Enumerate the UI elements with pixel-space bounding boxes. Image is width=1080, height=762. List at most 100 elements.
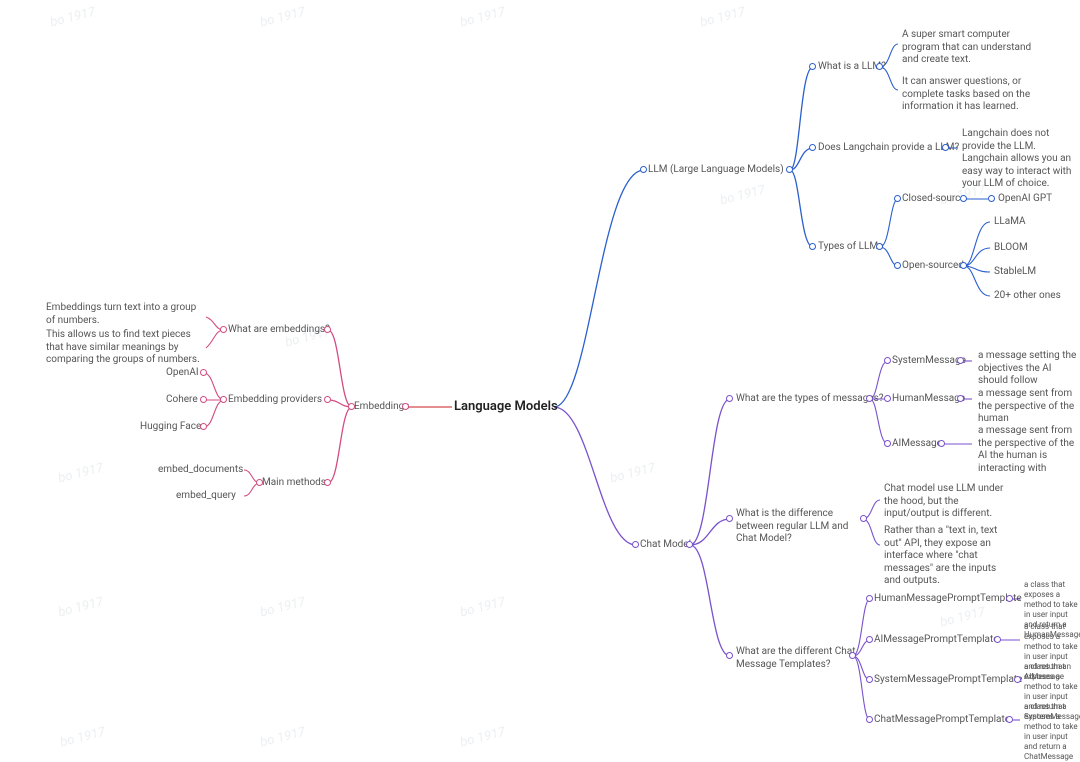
llm-what-a2: It can answer questions, or complete tas… [902, 76, 1042, 114]
chat-diff-a2: Rather than a "text in, text out" API, t… [884, 525, 1014, 588]
node-dot [884, 395, 891, 402]
watermark: bo 1917 [49, 5, 97, 32]
chat-diff-a1: Chat model use LLM under the hood, but t… [884, 483, 1014, 521]
node-dot [866, 716, 873, 723]
emb-provider: Cohere [166, 394, 198, 407]
chat-tmpl-ai[interactable]: AIMessagePromptTemplate [874, 634, 999, 647]
emb-provider: Hugging Face [140, 421, 201, 434]
watermark: bo 1917 [699, 5, 747, 32]
emb-method: embed_query [176, 490, 236, 503]
chat-tmpl-system[interactable]: SystemMessagePromptTemplate [874, 674, 1022, 687]
node-dot [686, 541, 693, 548]
chat-tmpl-chat[interactable]: ChatMessagePromptTemplate [874, 714, 1010, 727]
chat-humanmsg[interactable]: HumanMessage [892, 393, 965, 406]
chat-humanmsg-desc: a message sent from the perspective of t… [978, 388, 1078, 426]
node-dot [894, 195, 901, 202]
watermark: bo 1917 [259, 5, 307, 32]
node-dot [957, 395, 964, 402]
chat-diff-node[interactable]: What is the difference between regular L… [736, 508, 866, 546]
chat-tmpl-node[interactable]: What are the different Chat Message Temp… [736, 646, 856, 671]
watermark: bo 1917 [259, 725, 307, 752]
watermark: bo 1917 [459, 5, 507, 32]
llm-open-node[interactable]: Open-sourced [902, 260, 964, 273]
llm-what-a1: A super smart computer program that can … [902, 29, 1042, 67]
node-dot [726, 652, 733, 659]
node-dot [866, 676, 873, 683]
llm-provide-node[interactable]: Does Langchain provide a LLM? [818, 142, 959, 155]
node-dot [988, 195, 995, 202]
node-dot [866, 595, 873, 602]
watermark: bo 1917 [939, 605, 987, 632]
chat-tmpl-chat-desc: a class that exposes a method to take in… [1024, 702, 1080, 762]
node-dot [200, 423, 207, 430]
node-dot [957, 357, 964, 364]
node-dot [809, 144, 816, 151]
node-dot [894, 262, 901, 269]
node-dot [726, 515, 733, 522]
watermark: bo 1917 [57, 461, 105, 488]
llm-node[interactable]: LLM (Large Language Models) [648, 164, 784, 177]
node-dot [200, 369, 207, 376]
node-dot [200, 396, 207, 403]
node-dot [220, 326, 227, 333]
node-dot [960, 262, 967, 269]
node-dot [884, 440, 891, 447]
llm-types-node[interactable]: Types of LLMs [818, 241, 883, 254]
chat-aimsg[interactable]: AIMessage [892, 438, 942, 451]
node-dot [640, 166, 647, 173]
llm-open-item: BLOOM [994, 242, 1028, 255]
watermark: bo 1917 [459, 595, 507, 622]
emb-what-node[interactable]: What are embeddings? [228, 324, 330, 337]
node-dot [1006, 716, 1013, 723]
emb-provider: OpenAI [166, 367, 199, 380]
watermark: bo 1917 [59, 725, 107, 752]
emb-methods-node[interactable]: Main methods [262, 477, 326, 490]
chat-tmpl-human[interactable]: HumanMessagePromptTemplate [874, 593, 1022, 606]
node-dot [849, 652, 856, 659]
node-dot [632, 541, 639, 548]
watermark: bo 1917 [57, 595, 105, 622]
node-dot [876, 63, 883, 70]
llm-provide-a: Langchain does not provide the LLM. Lang… [962, 128, 1072, 191]
node-dot [960, 195, 967, 202]
chat-aimsg-desc: a message sent from the perspective of t… [978, 425, 1078, 475]
emb-providers-node[interactable]: Embedding providers [228, 394, 322, 407]
emb-what-a1: Embeddings turn text into a group of num… [46, 302, 206, 327]
chat-node[interactable]: Chat Model [640, 539, 691, 552]
node-dot [809, 243, 816, 250]
node-dot [220, 396, 227, 403]
node-dot [866, 636, 873, 643]
emb-node[interactable]: Embeddings [354, 401, 409, 414]
node-dot [324, 396, 331, 403]
node-dot [866, 395, 873, 402]
llm-closed-item: OpenAI GPT [998, 193, 1052, 206]
node-dot [809, 63, 816, 70]
emb-what-a2: This allows us to find text pieces that … [46, 329, 206, 367]
node-dot [402, 403, 409, 410]
watermark: bo 1917 [259, 595, 307, 622]
llm-open-item: 20+ other ones [994, 290, 1061, 303]
chat-systemmsg[interactable]: SystemMessage [892, 355, 966, 368]
chat-msgs-node[interactable]: What are the types of messages? [736, 393, 884, 406]
llm-closed-node[interactable]: Closed-source [902, 193, 966, 206]
root-node[interactable]: Language Models [454, 399, 558, 415]
node-dot [786, 166, 793, 173]
node-dot [348, 403, 355, 410]
node-dot [938, 440, 945, 447]
watermark: bo 1917 [459, 725, 507, 752]
chat-systemmsg-desc: a message setting the objectives the AI … [978, 350, 1078, 388]
node-dot [1014, 676, 1021, 683]
node-dot [942, 144, 949, 151]
node-dot [726, 395, 733, 402]
llm-open-item: StableLM [994, 266, 1036, 279]
node-dot [994, 636, 1001, 643]
node-dot [256, 479, 263, 486]
watermark: bo 1917 [609, 461, 657, 488]
llm-open-item: LLaMA [994, 216, 1026, 229]
node-dot [876, 243, 883, 250]
node-dot [324, 326, 331, 333]
emb-method: embed_documents [158, 464, 243, 477]
watermark: bo 1917 [719, 183, 767, 210]
node-dot [884, 357, 891, 364]
node-dot [324, 479, 331, 486]
